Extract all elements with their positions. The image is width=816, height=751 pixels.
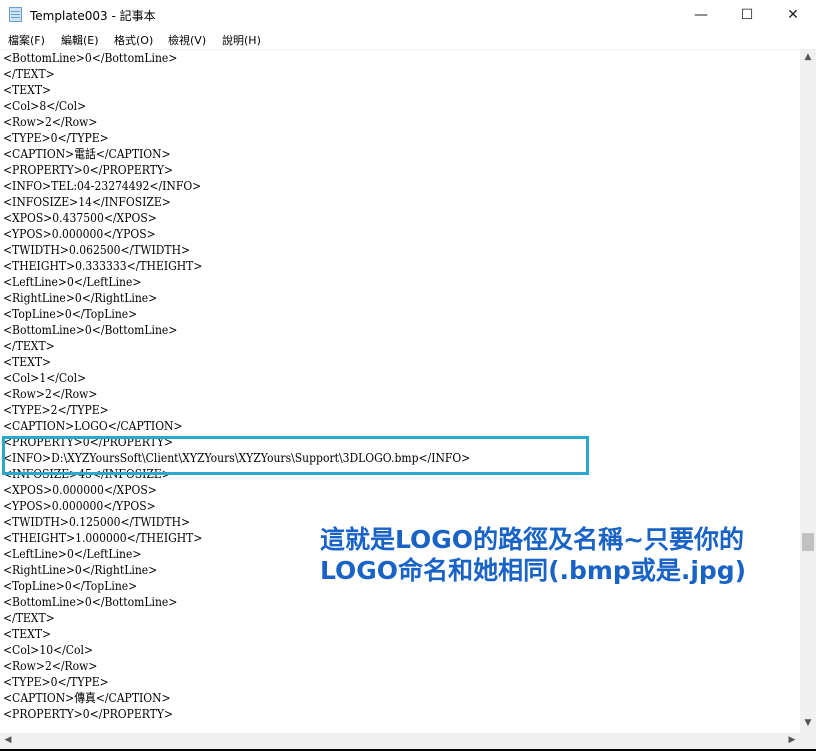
text-line: <TEXT> xyxy=(3,627,52,641)
highlight-box xyxy=(2,436,589,475)
notepad-icon xyxy=(9,7,22,22)
text-editor[interactable]: <BottomLine>0</BottomLine> </TEXT> <TEXT> <… xyxy=(0,50,800,733)
text-line: <TWIDTH>0.062500</TWIDTH> xyxy=(3,243,191,257)
text-line: <TEXT> xyxy=(3,83,52,97)
menu-file[interactable]: 檔案(F) xyxy=(8,32,45,48)
text-line: <TEXT> xyxy=(3,355,52,369)
menu-bar: 檔案(F) 編輯(E) 格式(O) 檢視(V) 說明(H) xyxy=(0,30,816,50)
text-line: <BottomLine>0</BottomLine> xyxy=(3,323,178,337)
menu-format[interactable]: 格式(O) xyxy=(114,32,153,48)
text-line: <YPOS>0.000000</YPOS> xyxy=(3,227,156,241)
menu-view[interactable]: 檢視(V) xyxy=(168,32,206,48)
text-line: <Row>2</Row> xyxy=(3,387,98,401)
menu-edit[interactable]: 編輯(E) xyxy=(61,32,99,48)
text-line: </TEXT> xyxy=(3,611,55,625)
menu-help[interactable]: 說明(H) xyxy=(222,32,261,48)
text-line: <PROPERTY>0</PROPERTY> xyxy=(3,163,174,177)
text-line: <YPOS>0.000000</YPOS> xyxy=(3,499,156,513)
text-line: <Row>2</Row> xyxy=(3,115,98,129)
text-line: <THEIGHT>0.333333</THEIGHT> xyxy=(3,259,203,273)
text-line: <TYPE>2</TYPE> xyxy=(3,403,109,417)
text-line: <CAPTION>電話</CAPTION> xyxy=(3,147,171,161)
scroll-left-arrow-icon[interactable]: ◀ xyxy=(0,735,16,745)
text-line: <INFOSIZE>14</INFOSIZE> xyxy=(3,195,171,209)
text-line: <CAPTION>LOGO</CAPTION> xyxy=(3,419,183,433)
text-line: <TYPE>0</TYPE> xyxy=(3,675,109,689)
text-line: <BottomLine>0</BottomLine> xyxy=(3,595,178,609)
text-line: <Col>8</Col> xyxy=(3,99,87,113)
scroll-right-arrow-icon[interactable]: ▶ xyxy=(784,735,800,745)
text-line: <INFO>TEL:04-23274492</INFO> xyxy=(3,179,202,193)
text-line: <TYPE>0</TYPE> xyxy=(3,131,109,145)
minimize-button[interactable]: — xyxy=(678,0,724,30)
text-line: <THEIGHT>1.000000</THEIGHT> xyxy=(3,531,203,545)
text-line: <XPOS>0.437500</XPOS> xyxy=(3,211,157,225)
title-bar: Template003 - 記事本 — ☐ ✕ xyxy=(0,0,816,30)
text-line: <Row>2</Row> xyxy=(3,659,98,673)
text-line: <RightLine>0</RightLine> xyxy=(3,563,158,577)
window-title: Template003 - 記事本 xyxy=(30,9,156,23)
scroll-up-arrow-icon[interactable]: ▲ xyxy=(800,52,816,62)
text-line: <XPOS>0.000000</XPOS> xyxy=(3,483,157,497)
maximize-button[interactable]: ☐ xyxy=(724,0,770,30)
text-line: <CAPTION>傳真</CAPTION> xyxy=(3,691,171,705)
text-line: <Col>1</Col> xyxy=(3,371,87,385)
text-line: </TEXT> xyxy=(3,339,55,353)
close-button[interactable]: ✕ xyxy=(770,0,816,30)
text-line: <TWIDTH>0.125000</TWIDTH> xyxy=(3,515,191,529)
text-line: <TopLine>0</TopLine> xyxy=(3,579,138,593)
horizontal-scrollbar[interactable]: ◀ ▶ xyxy=(0,733,800,749)
annotation-text: 這就是LOGO的路徑及名稱~只要你的LOGO命名和她相同(.bmp或是.jpg) xyxy=(320,525,747,585)
text-line: <Col>10</Col> xyxy=(3,643,94,657)
text-line: <BottomLine>0</BottomLine> xyxy=(3,51,178,65)
text-line: <PROPERTY>0</PROPERTY> xyxy=(3,707,174,721)
scroll-down-arrow-icon[interactable]: ▼ xyxy=(800,718,816,728)
vertical-scrollbar[interactable]: ▲ ▼ xyxy=(800,50,816,733)
text-line: <RightLine>0</RightLine> xyxy=(3,291,158,305)
text-line: <LeftLine>0</LeftLine> xyxy=(3,275,142,289)
vertical-scroll-thumb[interactable] xyxy=(802,533,814,551)
text-line: <TopLine>0</TopLine> xyxy=(3,307,138,321)
text-line: </TEXT> xyxy=(3,67,55,81)
text-line: <LeftLine>0</LeftLine> xyxy=(3,547,142,561)
scrollbar-corner xyxy=(800,733,816,749)
